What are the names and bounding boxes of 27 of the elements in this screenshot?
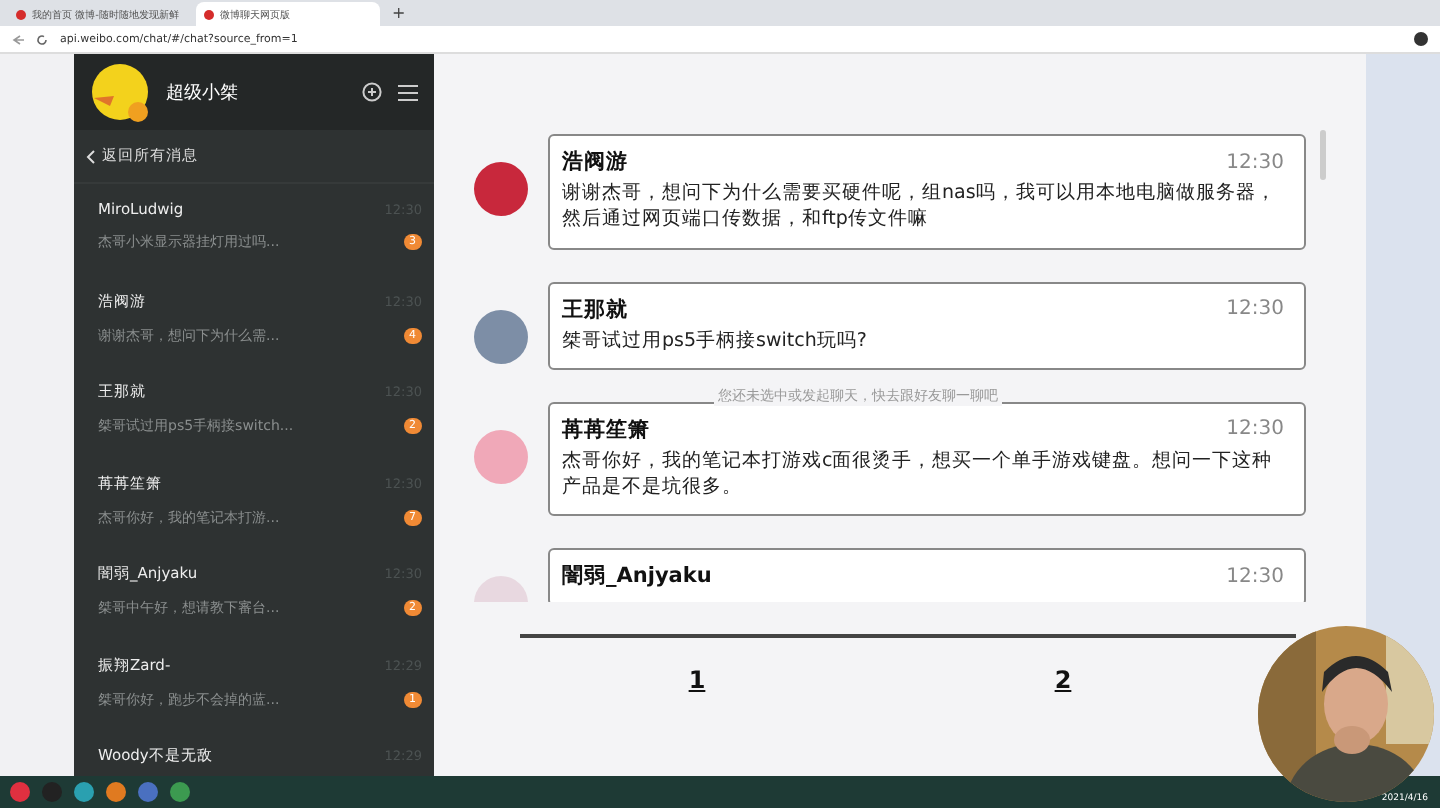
message-time: 12:30 (1226, 298, 1284, 321)
menu-icon[interactable] (398, 83, 418, 101)
reload-icon[interactable] (36, 33, 48, 45)
sender-name: 苒苒笙箫 (562, 415, 650, 444)
sender-name: 闇弱_Anjyaku (562, 562, 712, 591)
message-time: 12:30 (1226, 418, 1284, 441)
add-chat-icon[interactable] (362, 82, 382, 102)
profile-icon[interactable] (1414, 32, 1428, 46)
back-icon[interactable] (12, 33, 24, 45)
message-text: 杰哥你好，我的笔记本打游戏c面很烫手，想买一个单手游戏键盘。想问一下这种产品是不是坑很多。 (562, 447, 1275, 501)
sender-name: 浩阀游 (562, 148, 628, 176)
message-time: 12:30 (1226, 151, 1284, 173)
account-name: 超级小桀 (166, 81, 240, 105)
avatar (474, 429, 528, 484)
duck-icon (90, 62, 150, 122)
avatar (474, 162, 528, 216)
scrollbar[interactable] (1320, 130, 1326, 180)
page-link[interactable]: 1 (688, 666, 706, 694)
browser-icon[interactable] (170, 782, 190, 802)
avatar (474, 309, 528, 364)
message-text: 桀哥试过用ps5手柄接switch玩吗? (562, 327, 869, 354)
message-time: 12:30 (1226, 565, 1284, 588)
sender-name: 王那就 (562, 295, 628, 324)
new-tab-button[interactable]: + (392, 4, 406, 22)
chevron-left-icon (86, 149, 96, 163)
page-link[interactable]: 2 (1054, 666, 1072, 694)
message-text: 谢谢杰哥，想问下为什么需要买硬件呢，组nas吗，我可以用本地电脑做服务器，然后通过网页端口传数据，和ftp传文件嘛 (562, 180, 1278, 234)
